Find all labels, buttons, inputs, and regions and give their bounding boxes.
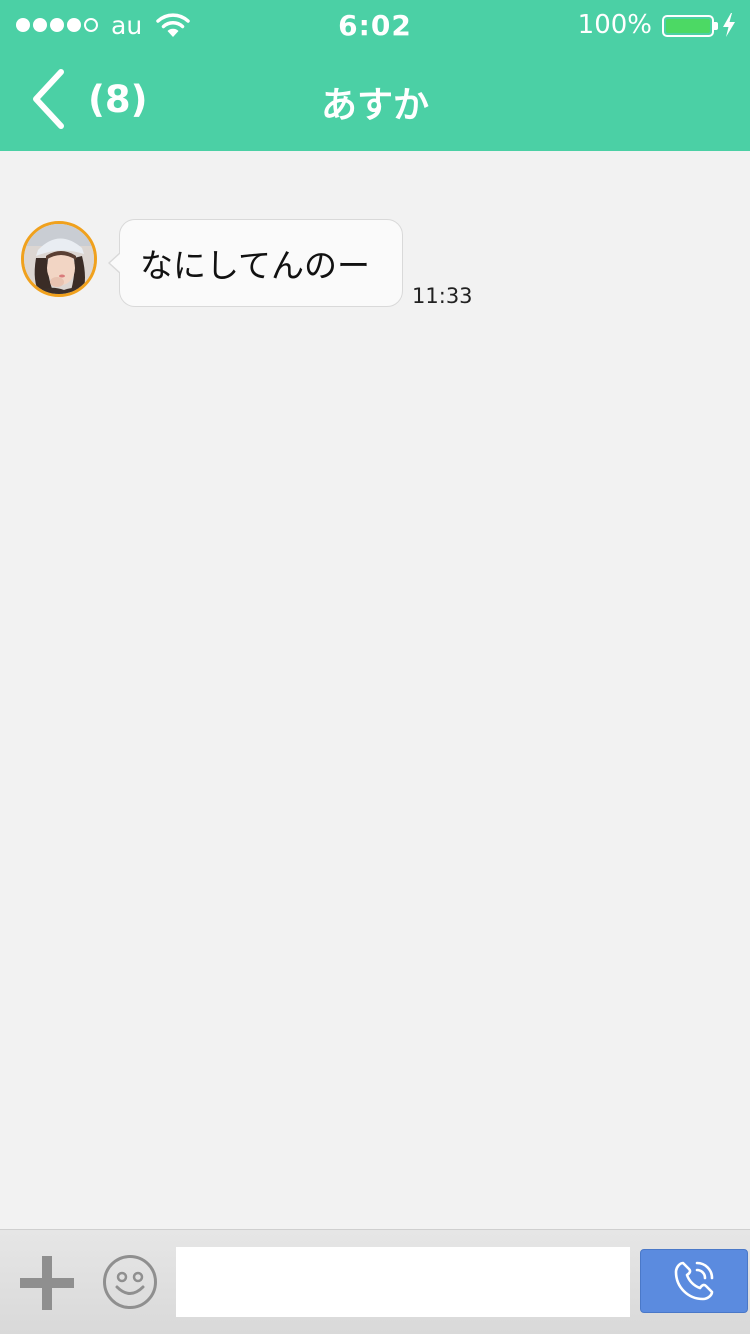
input-bar (0, 1229, 750, 1334)
phone-icon (674, 1261, 714, 1301)
charging-bolt-icon (723, 13, 735, 37)
avatar[interactable] (21, 221, 97, 297)
message-list[interactable]: なにしてんのー 11:33 (0, 151, 750, 1229)
avatar-photo (24, 224, 94, 294)
battery-percentage: 100% (577, 10, 652, 40)
nav-bar: (8) あすか (0, 50, 750, 151)
status-bar: au 6:02 100% (0, 0, 750, 50)
battery-icon (662, 15, 718, 37)
app-header: au 6:02 100% (8) あすか (0, 0, 750, 151)
message-text: なにしてんのー (140, 246, 371, 285)
plus-icon[interactable] (20, 1256, 74, 1310)
message-timestamp: 11:33 (412, 284, 473, 308)
message-bubble[interactable]: なにしてんのー (107, 219, 404, 307)
smiley-icon[interactable] (102, 1254, 158, 1310)
call-button[interactable] (640, 1249, 748, 1313)
message-row: なにしてんのー 11:33 (21, 219, 473, 308)
message-input[interactable] (176, 1247, 630, 1317)
chat-partner-name: あすか (320, 85, 429, 126)
